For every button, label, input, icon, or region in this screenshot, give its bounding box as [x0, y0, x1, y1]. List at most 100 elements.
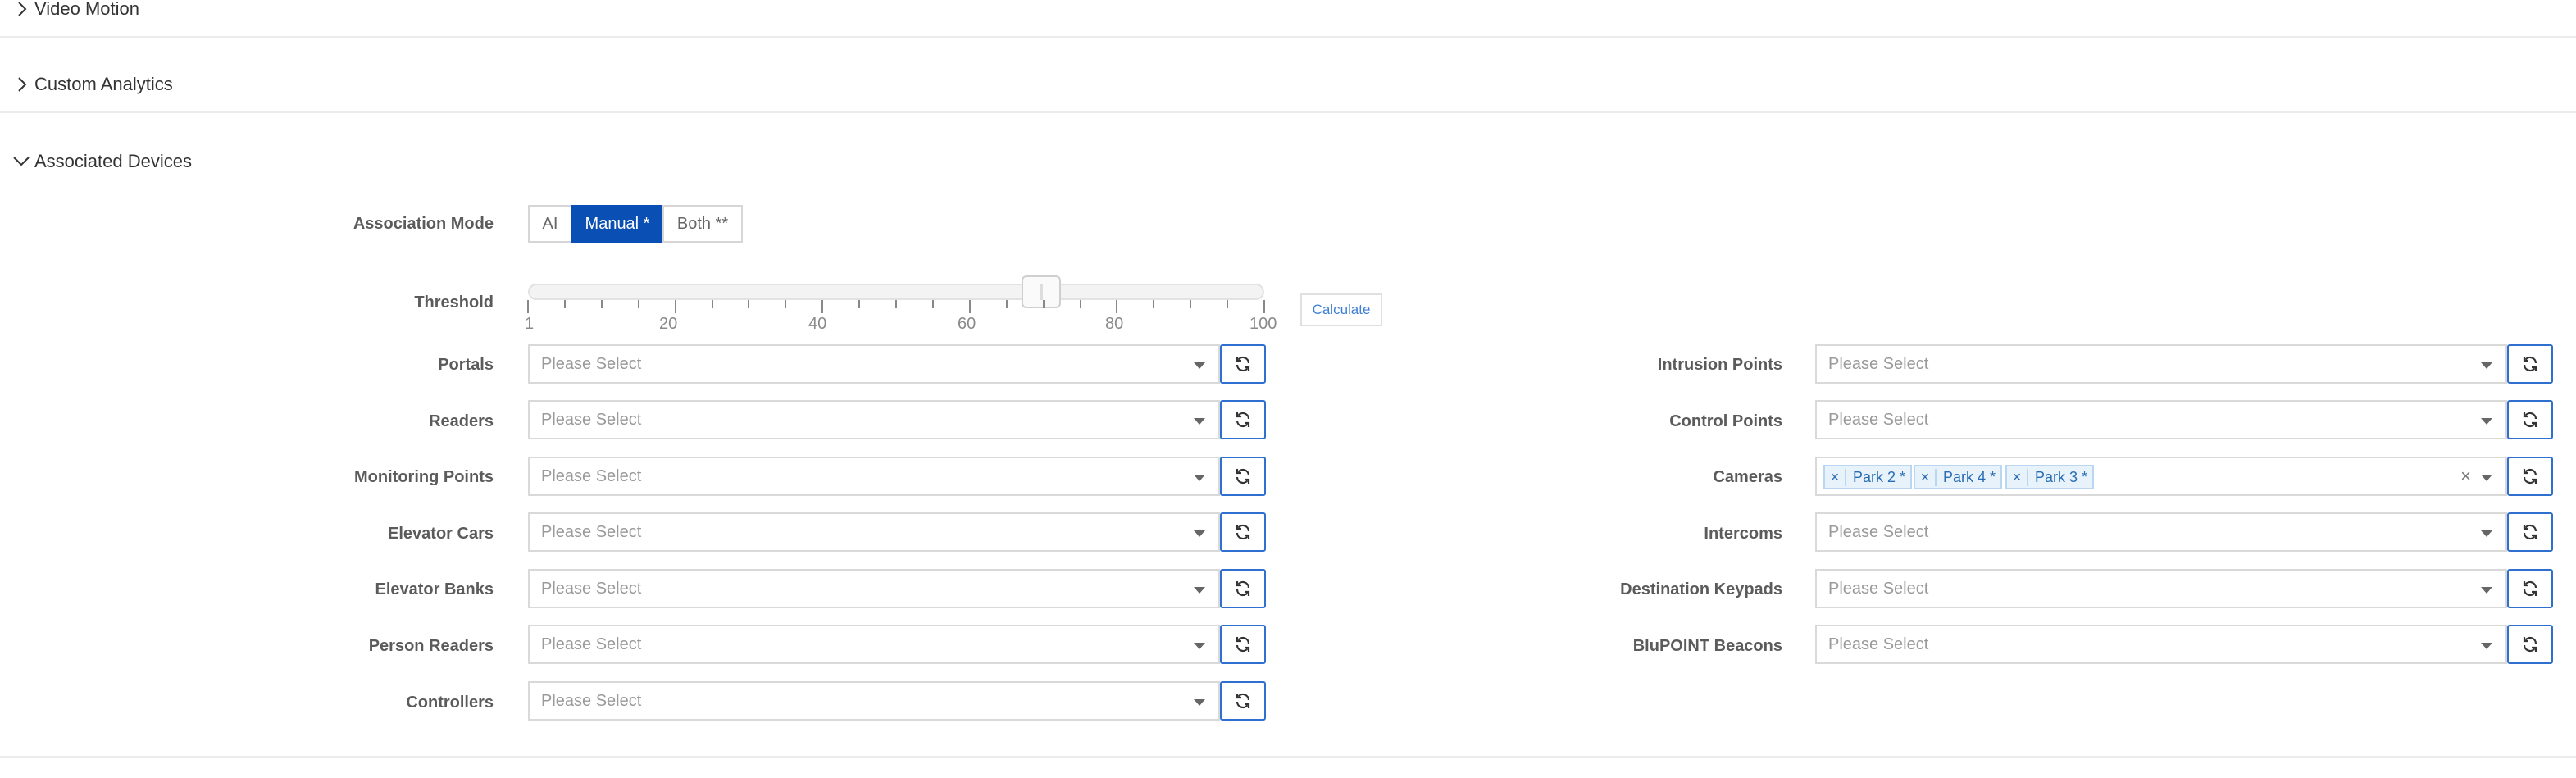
section-associated-devices[interactable]: Associated Devices — [0, 144, 328, 177]
caret-down-icon — [2481, 362, 2492, 369]
field-label-destination-keypads: Destination Keypads — [1620, 580, 1782, 598]
calculate-button[interactable]: Calculate — [1300, 293, 1382, 326]
readers-select[interactable]: Please Select — [528, 400, 1220, 439]
field-label-control-points: Control Points — [1669, 412, 1782, 430]
close-icon[interactable]: × — [1915, 468, 1937, 486]
threshold-label: Threshold — [414, 293, 494, 312]
person-readers-refresh-button[interactable] — [1220, 625, 1266, 664]
field-label-elevator-banks: Elevator Banks — [375, 580, 494, 598]
select-placeholder: Please Select — [541, 467, 642, 485]
close-icon[interactable]: × — [2007, 468, 2028, 486]
destination-keypads-select[interactable]: Please Select — [1815, 569, 2507, 608]
cameras-refresh-button[interactable] — [2507, 457, 2553, 496]
slider-tick — [1227, 300, 1229, 308]
caret-down-icon — [1194, 475, 1205, 481]
slider-tick — [1116, 300, 1118, 313]
control-points-select[interactable]: Please Select — [1815, 400, 2507, 439]
select-placeholder: Please Select — [541, 635, 642, 653]
clear-all-icon[interactable]: × — [2460, 466, 2471, 486]
field-label-monitoring-points: Monitoring Points — [354, 468, 494, 486]
person-readers-select[interactable]: Please Select — [528, 625, 1220, 664]
camera-tag-label: Park 3 * — [2035, 468, 2088, 485]
select-placeholder: Please Select — [1828, 580, 1929, 598]
blupoint-beacons-select[interactable]: Please Select — [1815, 625, 2507, 664]
caret-down-icon — [1194, 587, 1205, 594]
select-placeholder: Please Select — [541, 692, 642, 710]
caret-down-icon — [2481, 530, 2492, 537]
refresh-icon — [2523, 524, 2537, 540]
intrusion-points-refresh-button[interactable] — [2507, 344, 2553, 384]
portals-select[interactable]: Please Select — [528, 344, 1220, 384]
controllers-refresh-button[interactable] — [1220, 681, 1266, 721]
controllers-select[interactable]: Please Select — [528, 681, 1220, 721]
readers-refresh-button[interactable] — [1220, 400, 1266, 439]
section-video-motion[interactable]: Video Motion — [0, 0, 2576, 38]
select-placeholder: Please Select — [1828, 355, 1929, 373]
caret-down-icon — [1194, 699, 1205, 706]
refresh-icon — [2523, 580, 2537, 597]
threshold-tick-label: 80 — [1105, 315, 1124, 333]
refresh-icon — [2523, 412, 2537, 428]
chevron-right-icon — [18, 2, 27, 16]
mode-ai-button[interactable]: AI — [528, 205, 572, 243]
monitoring-points-select[interactable]: Please Select — [528, 457, 1220, 496]
camera-tag: × Park 4 * — [1914, 465, 2003, 489]
slider-tick — [1190, 300, 1192, 308]
slider-tick — [600, 300, 603, 308]
section-title-associated-devices: Associated Devices — [34, 151, 192, 171]
refresh-icon — [1236, 356, 1250, 372]
threshold-slider-track[interactable] — [528, 284, 1264, 300]
slider-tick — [968, 300, 971, 313]
select-placeholder: Please Select — [1828, 523, 1929, 541]
refresh-icon — [1236, 524, 1250, 540]
section-custom-analytics[interactable]: Custom Analytics — [0, 38, 2576, 113]
intercoms-refresh-button[interactable] — [2507, 512, 2553, 552]
threshold-tick-label: 40 — [808, 315, 827, 333]
field-label-controllers: Controllers — [406, 694, 494, 712]
chevron-right-icon — [18, 77, 27, 92]
threshold-tick-label: 60 — [958, 315, 976, 333]
monitoring-points-refresh-button[interactable] — [1220, 457, 1266, 496]
field-label-intercoms: Intercoms — [1704, 525, 1782, 543]
mode-manual-button[interactable]: Manual * — [571, 205, 664, 243]
blupoint-beacons-refresh-button[interactable] — [2507, 625, 2553, 664]
control-points-refresh-button[interactable] — [2507, 400, 2553, 439]
association-mode-label: Association Mode — [353, 215, 494, 233]
slider-tick — [1153, 300, 1155, 308]
cameras-select[interactable]: × Park 2 * × Park 4 * × Park 3 * × — [1815, 457, 2507, 496]
elevator-cars-refresh-button[interactable] — [1220, 512, 1266, 552]
field-label-readers: Readers — [429, 412, 494, 430]
threshold-tick-label: 1 — [525, 315, 535, 333]
refresh-icon — [2523, 356, 2537, 372]
threshold-slider-handle[interactable] — [1021, 275, 1061, 308]
close-icon[interactable]: × — [1825, 468, 1846, 486]
slider-tick — [1005, 300, 1008, 308]
camera-tag-label: Park 4 * — [1943, 468, 1996, 485]
field-label-cameras: Cameras — [1713, 468, 1782, 486]
destination-keypads-refresh-button[interactable] — [2507, 569, 2553, 608]
elevator-cars-select[interactable]: Please Select — [528, 512, 1220, 552]
refresh-icon — [2523, 636, 2537, 653]
intercoms-select[interactable]: Please Select — [1815, 512, 2507, 552]
refresh-icon — [1236, 636, 1250, 653]
slider-tick — [1079, 300, 1081, 308]
refresh-icon — [1236, 580, 1250, 597]
elevator-banks-select[interactable]: Please Select — [528, 569, 1220, 608]
slider-tick — [895, 300, 897, 308]
camera-tag: × Park 3 * — [2005, 465, 2095, 489]
slider-tick — [821, 300, 824, 313]
elevator-banks-refresh-button[interactable] — [1220, 569, 1266, 608]
mode-both-button[interactable]: Both ** — [662, 205, 743, 243]
slider-tick — [785, 300, 787, 308]
refresh-icon — [1236, 693, 1250, 709]
intrusion-points-select[interactable]: Please Select — [1815, 344, 2507, 384]
camera-tag-label: Park 2 * — [1853, 468, 1906, 485]
slider-tick — [527, 300, 529, 313]
select-placeholder: Please Select — [1828, 411, 1929, 429]
select-placeholder: Please Select — [541, 411, 642, 429]
threshold-tick-label: 100 — [1249, 315, 1277, 333]
portals-refresh-button[interactable] — [1220, 344, 1266, 384]
select-placeholder: Please Select — [1828, 635, 1929, 653]
slider-tick — [674, 300, 676, 313]
caret-down-icon — [2481, 643, 2492, 649]
